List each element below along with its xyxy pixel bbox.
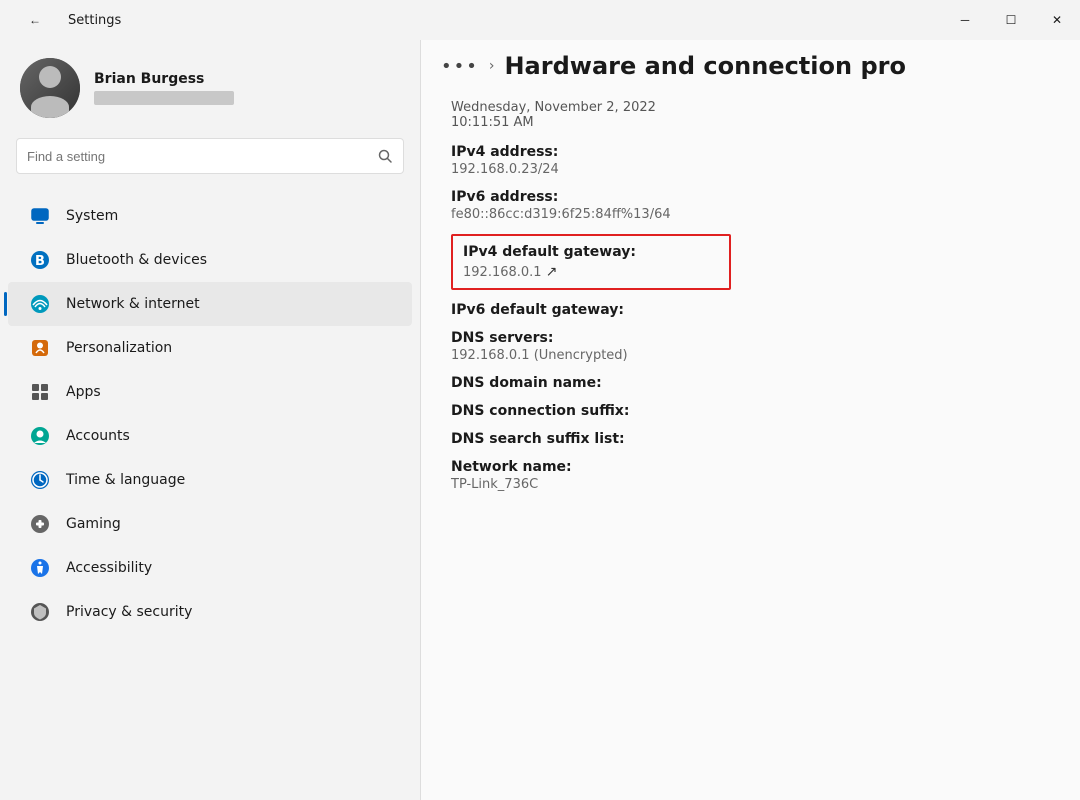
gaming-icon	[28, 512, 52, 536]
user-profile: Brian Burgess	[0, 40, 420, 138]
sidebar: Brian Burgess System B	[0, 40, 420, 800]
sidebar-item-time[interactable]: Time & language	[8, 458, 412, 502]
avatar	[20, 58, 80, 118]
back-button[interactable]: ←	[12, 0, 58, 40]
accounts-icon	[28, 424, 52, 448]
sidebar-item-privacy[interactable]: Privacy & security	[8, 590, 412, 634]
info-row-dnsdomain: DNS domain name:	[451, 375, 1050, 391]
avatar-image	[20, 58, 80, 118]
sidebar-item-label-privacy: Privacy & security	[66, 604, 192, 620]
user-name: Brian Burgess	[94, 71, 234, 87]
page-title: Hardware and connection pro	[504, 52, 905, 80]
close-button[interactable]: ✕	[1034, 0, 1080, 40]
person-icon	[28, 336, 52, 360]
info-row-netname: Network name: TP-Link_736C	[451, 459, 1050, 492]
sidebar-item-label-accessibility: Accessibility	[66, 560, 152, 576]
sidebar-item-network[interactable]: Network & internet	[8, 282, 412, 326]
sidebar-item-label-system: System	[66, 208, 118, 224]
info-value-netname: TP-Link_736C	[451, 477, 1050, 492]
sidebar-item-personalization[interactable]: Personalization	[8, 326, 412, 370]
info-label-ipv4gw: IPv4 default gateway:	[463, 244, 719, 260]
info-label-dnssearch: DNS search suffix list:	[451, 431, 1050, 447]
search-container	[0, 138, 420, 190]
cursor-indicator: ↗	[546, 264, 558, 280]
maximize-button[interactable]: ☐	[988, 0, 1034, 40]
app-body: Brian Burgess System B	[0, 40, 1080, 800]
info-label-ipv6: IPv6 address:	[451, 189, 1050, 205]
info-value-dns: 192.168.0.1 (Unencrypted)	[451, 348, 1050, 363]
info-label-dns: DNS servers:	[451, 330, 1050, 346]
info-row-ipv6: IPv6 address: fe80::86cc:d319:6f25:84ff%…	[451, 189, 1050, 222]
content-body: Wednesday, November 2, 2022 10:11:51 AM …	[421, 90, 1080, 800]
sidebar-item-accessibility[interactable]: Accessibility	[8, 546, 412, 590]
sidebar-item-label-network: Network & internet	[66, 296, 200, 312]
svg-text:B: B	[35, 254, 45, 269]
info-value-ipv6: fe80::86cc:d319:6f25:84ff%13/64	[451, 207, 1050, 222]
search-input[interactable]	[27, 149, 369, 164]
sidebar-item-accounts[interactable]: Accounts	[8, 414, 412, 458]
info-row-ipv6gw: IPv6 default gateway:	[451, 302, 1050, 318]
minimize-button[interactable]: ─	[942, 0, 988, 40]
search-box[interactable]	[16, 138, 404, 174]
titlebar-left: ← Settings	[12, 0, 121, 40]
info-row-dnssearch: DNS search suffix list:	[451, 431, 1050, 447]
sidebar-item-label-personalization: Personalization	[66, 340, 172, 356]
sidebar-item-label-bluetooth: Bluetooth & devices	[66, 252, 207, 268]
info-label-netname: Network name:	[451, 459, 1050, 475]
timestamp-time-text: 10:11:51 AM	[451, 115, 534, 130]
info-label-ipv4: IPv4 address:	[451, 144, 1050, 160]
sidebar-item-bluetooth[interactable]: B Bluetooth & devices	[8, 238, 412, 282]
sidebar-item-system[interactable]: System	[8, 194, 412, 238]
user-info: Brian Burgess	[94, 71, 234, 105]
sidebar-item-label-time: Time & language	[66, 472, 185, 488]
access-icon	[28, 556, 52, 580]
titlebar-controls: ─ ☐ ✕	[942, 0, 1080, 40]
sidebar-item-apps[interactable]: Apps	[8, 370, 412, 414]
system-icon	[28, 204, 52, 228]
time-icon	[28, 468, 52, 492]
nav-list: System B Bluetooth & devices Network & i…	[0, 190, 420, 638]
info-highlighted-ipv4gw: IPv4 default gateway: 192.168.0.1↗	[451, 234, 731, 290]
timestamp-date-text: Wednesday, November 2, 2022	[451, 100, 656, 115]
search-icon	[377, 148, 393, 164]
titlebar-title: Settings	[68, 13, 121, 28]
info-row-dnsconn: DNS connection suffix:	[451, 403, 1050, 419]
breadcrumb-dots[interactable]: •••	[441, 56, 479, 77]
titlebar: ← Settings ─ ☐ ✕	[0, 0, 1080, 40]
sidebar-item-label-accounts: Accounts	[66, 428, 130, 444]
content-area: ••• › Hardware and connection pro Wednes…	[421, 40, 1080, 800]
bluetooth-icon: B	[28, 248, 52, 272]
info-value-ipv4gw: 192.168.0.1↗	[463, 264, 719, 280]
content-header: ••• › Hardware and connection pro	[421, 40, 1080, 90]
breadcrumb-arrow: ›	[489, 58, 495, 74]
info-value-ipv4: 192.168.0.23/24	[451, 162, 1050, 177]
info-section: Wednesday, November 2, 2022 10:11:51 AM …	[451, 100, 1050, 492]
apps-icon	[28, 380, 52, 404]
sidebar-item-label-apps: Apps	[66, 384, 101, 400]
network-icon	[28, 292, 52, 316]
user-email-bar	[94, 91, 234, 105]
info-row-ipv4: IPv4 address: 192.168.0.23/24	[451, 144, 1050, 177]
sidebar-item-gaming[interactable]: Gaming	[8, 502, 412, 546]
info-label-ipv6gw: IPv6 default gateway:	[451, 302, 1050, 318]
info-row-dns: DNS servers: 192.168.0.1 (Unencrypted)	[451, 330, 1050, 363]
sidebar-item-label-gaming: Gaming	[66, 516, 121, 532]
privacy-icon	[28, 600, 52, 624]
timestamp-date: Wednesday, November 2, 2022 10:11:51 AM	[451, 100, 1050, 130]
info-label-dnsdomain: DNS domain name:	[451, 375, 1050, 391]
info-label-dnsconn: DNS connection suffix:	[451, 403, 1050, 419]
